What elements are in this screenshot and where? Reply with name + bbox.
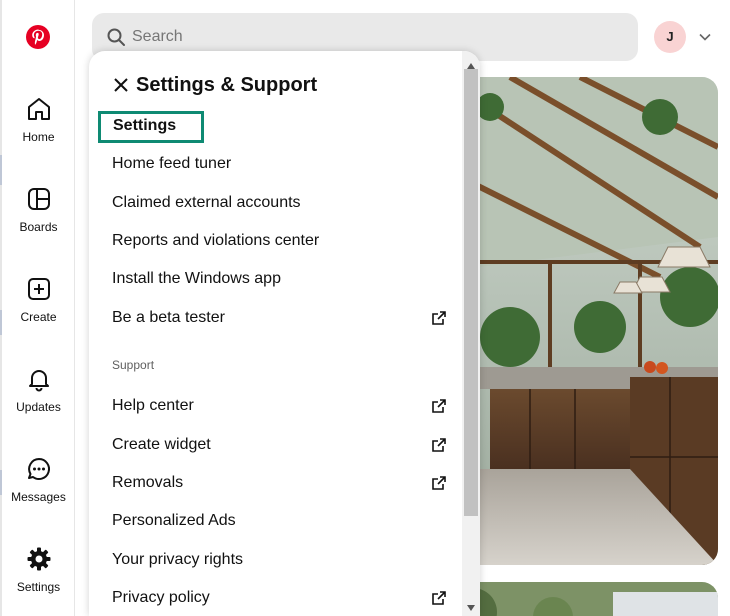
menu-item-beta-tester[interactable]: Be a beta tester	[112, 305, 447, 333]
menu-item-settings[interactable]: Settings	[112, 113, 447, 141]
settings-support-menu: Settings & Support Settings Home feed tu…	[89, 51, 480, 616]
menu-item-label: Your privacy rights	[112, 551, 244, 568]
menu-item-label: Create widget	[112, 436, 211, 453]
menu-item-label: Home feed tuner	[112, 155, 232, 172]
section-label-support: Support	[112, 358, 155, 372]
gear-icon	[26, 546, 52, 572]
menu-item-reports-violations[interactable]: Reports and violations center	[112, 228, 447, 256]
menu-item-privacy-policy[interactable]: Privacy policy	[112, 585, 447, 613]
menu-item-label: Settings	[113, 117, 177, 134]
sidebar-item-label: Messages	[11, 490, 66, 504]
menu-item-help-center[interactable]: Help center	[112, 393, 447, 421]
close-icon[interactable]	[113, 77, 129, 93]
menu-item-label: Help center	[112, 397, 194, 414]
sidebar: Home Boards Create Updates Messages Sett…	[2, 0, 75, 616]
menu-scrollbar[interactable]	[462, 51, 480, 616]
scroll-up-arrow-icon[interactable]	[467, 56, 475, 69]
external-link-icon	[431, 437, 447, 453]
menu-item-label: Install the Windows app	[112, 270, 281, 287]
menu-item-create-widget[interactable]: Create widget	[112, 432, 447, 460]
external-link-icon	[431, 590, 447, 606]
menu-item-label: Removals	[112, 474, 184, 491]
menu-item-home-feed-tuner[interactable]: Home feed tuner	[112, 151, 447, 179]
sidebar-item-label: Updates	[16, 400, 61, 414]
external-link-icon	[431, 475, 447, 491]
menu-item-install-windows-app[interactable]: Install the Windows app	[112, 266, 447, 294]
pinterest-logo[interactable]	[25, 24, 51, 50]
plus-icon	[26, 276, 52, 302]
bell-icon	[26, 366, 52, 392]
menu-item-label: Reports and violations center	[112, 232, 320, 249]
sidebar-item-label: Boards	[19, 220, 58, 234]
sidebar-item-home[interactable]: Home	[2, 96, 75, 144]
home-icon	[26, 96, 52, 122]
boards-icon	[26, 186, 52, 212]
sidebar-item-settings[interactable]: Settings	[2, 546, 75, 594]
menu-item-claimed-external-accounts[interactable]: Claimed external accounts	[112, 190, 447, 218]
menu-title: Settings & Support	[136, 74, 318, 96]
menu-item-label: Be a beta tester	[112, 309, 225, 326]
menu-item-label: Personalized Ads	[112, 512, 236, 529]
menu-item-removals[interactable]: Removals	[112, 470, 447, 498]
sidebar-item-messages[interactable]: Messages	[2, 456, 75, 504]
chevron-down-icon[interactable]	[698, 30, 712, 44]
sidebar-item-label: Create	[20, 310, 57, 324]
external-link-icon	[431, 310, 447, 326]
sidebar-item-boards[interactable]: Boards	[2, 186, 75, 234]
scroll-down-arrow-icon[interactable]	[467, 598, 475, 611]
sidebar-item-create[interactable]: Create	[2, 276, 75, 324]
menu-item-label: Privacy policy	[112, 589, 210, 606]
scrollbar-thumb[interactable]	[464, 69, 478, 516]
external-link-icon	[431, 398, 447, 414]
sidebar-item-updates[interactable]: Updates	[2, 366, 75, 414]
menu-item-privacy-rights[interactable]: Your privacy rights	[112, 547, 447, 575]
sidebar-item-label: Home	[22, 130, 55, 144]
search-input[interactable]	[132, 25, 612, 49]
menu-item-personalized-ads[interactable]: Personalized Ads	[112, 508, 447, 536]
search-icon	[106, 27, 126, 47]
menu-item-label: Claimed external accounts	[112, 194, 301, 211]
avatar[interactable]: J	[654, 21, 686, 53]
sidebar-item-label: Settings	[16, 580, 61, 594]
chat-bubble-icon	[26, 456, 52, 482]
